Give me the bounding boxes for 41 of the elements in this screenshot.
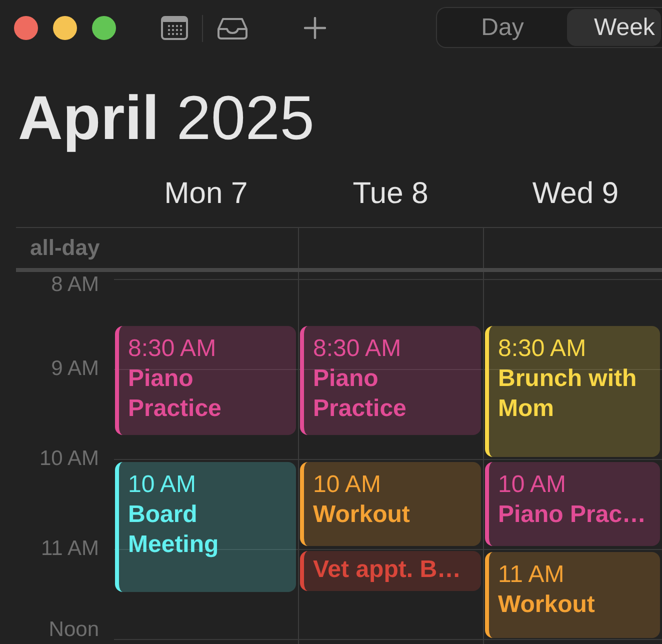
event-title: Workout [498, 590, 595, 620]
hour-label: 9 AM [51, 357, 99, 381]
event-block[interactable]: 8:30 AM Piano Practice [115, 326, 296, 435]
event-block[interactable]: Vet appt. B… [300, 551, 481, 591]
minimize-icon[interactable] [53, 16, 77, 40]
event-time: 10 AM [128, 470, 196, 500]
event-time: 8:30 AM [313, 334, 402, 364]
event-block[interactable]: 10 AM Board Meeting [115, 462, 296, 592]
event-block[interactable]: 11 AM Workout [485, 552, 660, 638]
view-tab[interactable]: Day [438, 9, 567, 46]
event-title: Board Meeting [128, 500, 220, 560]
event-time: 10 AM [313, 470, 382, 500]
maximize-icon[interactable] [92, 16, 116, 40]
hour-label: 8 AM [51, 273, 99, 297]
view-tab[interactable]: Week [567, 9, 661, 46]
day-header: Mon 7 [164, 176, 248, 212]
calendar-icon[interactable] [161, 16, 188, 40]
event-time: 10 AM [498, 470, 566, 500]
hour-label: 10 AM [39, 447, 99, 471]
close-icon[interactable] [14, 16, 38, 40]
event-title: Workout [313, 500, 410, 530]
event-title: Brunch with Mom [498, 364, 638, 424]
event-block[interactable]: 10 AM Piano Prac… [485, 462, 660, 546]
inbox-icon[interactable] [217, 16, 248, 40]
event-block[interactable]: 8:30 AM Brunch with Mom [485, 326, 660, 457]
event-block[interactable]: 10 AM Workout [300, 462, 481, 546]
day-header: Tue 8 [352, 176, 428, 212]
event-title: Piano Practice [313, 364, 408, 424]
event-title: Vet appt. B… [313, 555, 462, 585]
month-title: April 2025 [18, 88, 314, 150]
event-title: Piano Practice [128, 364, 222, 424]
all-day-label: all-day [30, 236, 101, 260]
event-title: Piano Prac… [498, 500, 646, 530]
event-block[interactable]: 8:30 AM Piano Practice [300, 326, 481, 435]
event-time: 8:30 AM [128, 334, 216, 364]
event-time: 8:30 AM [498, 334, 586, 364]
event-time: 11 AM [498, 560, 564, 590]
plus-icon[interactable] [304, 17, 326, 39]
hour-label: 11 AM [41, 537, 99, 561]
day-header: Wed 9 [532, 176, 619, 212]
hour-label: Noon [48, 618, 99, 642]
